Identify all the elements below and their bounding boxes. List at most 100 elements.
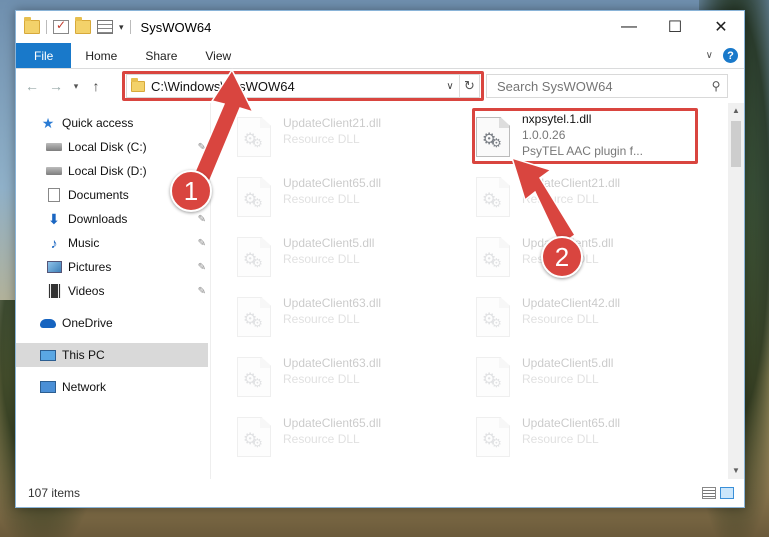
sidebar-item-local-disk-c[interactable]: Local Disk (C:) ✎ [16, 135, 210, 159]
ribbon-right-controls: ∨ ? [706, 48, 738, 63]
window-title: SysWOW64 [140, 19, 212, 35]
dll-file-icon: ⚙ ⚙ [476, 177, 510, 217]
local-disk-icon [46, 164, 62, 178]
pictures-icon [46, 260, 62, 274]
status-bar: 107 items [16, 479, 744, 507]
file-type: Resource DLL [522, 432, 599, 446]
pin-icon[interactable]: ✎ [198, 142, 206, 153]
pin-icon[interactable]: ✎ [198, 262, 206, 273]
navigation-pane: ★ Quick access Local Disk (C:) ✎ Local D… [16, 103, 221, 479]
list-item[interactable]: ⚙ ⚙ UpdateClient63.dll Resource DLL [237, 351, 467, 403]
onedrive-cloud-icon [40, 316, 56, 330]
file-name: nxpsytel.1.dll [522, 112, 592, 126]
quick-access-toolbar: ▾ [16, 17, 131, 34]
search-icon[interactable]: ⚲ [705, 79, 727, 93]
title-bar: ▾ SysWOW64 — ☐ ✕ [16, 11, 744, 43]
sidebar-item-label: Local Disk (D:) [68, 164, 147, 178]
search-box[interactable]: ⚲ [486, 74, 728, 98]
list-item[interactable]: ⚙ ⚙ UpdateClient65.dll Resource DLL [476, 411, 706, 463]
file-name: UpdateClient63.dll [283, 356, 382, 370]
file-type: Resource DLL [522, 372, 599, 386]
file-name: UpdateClient5.dll [522, 356, 614, 370]
list-item[interactable]: ⚙⚙ UpdateClient5.dllResource DLL [476, 351, 706, 403]
properties-check-icon[interactable] [53, 18, 69, 34]
chevron-down-icon[interactable]: ▾ [119, 22, 124, 33]
list-item[interactable]: ⚙⚙ UpdateClient5.dll Resource DLL [237, 231, 467, 283]
close-button[interactable]: ✕ [698, 11, 744, 43]
file-type: Resource DLL [283, 432, 360, 446]
scrollbar-thumb[interactable] [731, 121, 741, 167]
list-item[interactable]: ⚙ ⚙ UpdateClient21.dll Resource DLL [476, 171, 706, 223]
list-item[interactable]: ⚙ ⚙ UpdateClient21.dll Resource DLL [237, 111, 467, 163]
help-icon[interactable]: ? [723, 48, 738, 63]
new-folder-icon[interactable] [75, 17, 91, 34]
this-pc-icon [40, 348, 56, 362]
file-type: Resource DLL [283, 192, 360, 206]
list-item[interactable]: ⚙⚙ UpdateClient5.dllResource DLL [476, 231, 706, 283]
dll-file-icon: ⚙ ⚙ [237, 177, 271, 217]
list-item[interactable]: ⚙ ⚙ UpdateClient42.dll Resource DLL [476, 291, 706, 343]
file-name: UpdateClient42.dll [522, 296, 621, 310]
sidebar-item-this-pc[interactable]: This PC [16, 343, 221, 367]
refresh-icon[interactable]: ↻ [459, 75, 479, 97]
step-2-badge: 2 [541, 236, 583, 278]
folder-icon[interactable] [24, 17, 40, 34]
local-disk-icon [46, 140, 62, 154]
item-count: 107 items [28, 486, 81, 500]
sidebar-item-label: Music [68, 236, 100, 250]
list-item-nxpsytel[interactable]: ⚙ ⚙ nxpsytel.1.dll 1.0.0.26 PsyTEL AAC pl… [476, 111, 706, 163]
list-item[interactable]: ⚙ ⚙ UpdateClient65.dll Resource DLL [237, 171, 467, 223]
address-path[interactable]: C:\Windows\SysWOW64 [151, 79, 441, 94]
sidebar-item-music[interactable]: ♪ Music ✎ [16, 231, 210, 255]
file-name: UpdateClient5.dll [283, 236, 375, 250]
videos-icon [46, 284, 62, 298]
expand-ribbon-chevron-icon[interactable]: ∨ [706, 50, 713, 61]
tab-home[interactable]: Home [71, 43, 131, 68]
list-item[interactable]: ⚙ ⚙ UpdateClient65.dll Resource DLL [237, 411, 467, 463]
forward-arrow-icon[interactable]: → [46, 78, 66, 94]
list-item[interactable]: ⚙ ⚙ UpdateClient63.dll Resource DLL [237, 291, 467, 343]
up-arrow-icon[interactable]: ↑ [86, 78, 106, 94]
file-description: PsyTEL AAC plugin f... [522, 144, 643, 158]
address-bar[interactable]: C:\Windows\SysWOW64 ∨ ↻ [126, 74, 480, 98]
tab-file[interactable]: File [16, 43, 72, 68]
sidebar-item-pictures[interactable]: Pictures ✎ [16, 255, 210, 279]
window-controls: — ☐ ✕ [606, 11, 744, 43]
dll-file-icon: ⚙ ⚙ [476, 117, 510, 157]
dll-file-icon: ⚙ ⚙ [476, 297, 510, 337]
tiles-view-icon[interactable] [720, 487, 734, 499]
sidebar-item-quick-access[interactable]: ★ Quick access [16, 111, 210, 135]
downloads-icon: ⬇ [48, 210, 60, 227]
sidebar-item-label: Network [62, 380, 107, 394]
sidebar-item-onedrive[interactable]: OneDrive [16, 311, 210, 335]
sidebar-item-label: Downloads [68, 212, 128, 226]
sidebar-item-label: Videos [68, 284, 105, 298]
dll-file-icon: ⚙ ⚙ [237, 237, 271, 277]
sidebar-item-network[interactable]: Network [16, 375, 210, 399]
file-list: ⚙ ⚙ UpdateClient21.dll Resource DLL ⚙ ⚙ Upd… [211, 103, 744, 479]
pin-icon[interactable]: ✎ [198, 286, 206, 297]
tab-share[interactable]: Share [131, 43, 191, 68]
tab-view[interactable]: View [191, 43, 245, 68]
scroll-down-arrow-icon[interactable]: ▼ [728, 463, 744, 479]
dll-file-icon: ⚙ ⚙ [237, 297, 271, 337]
details-view-icon[interactable] [702, 487, 716, 499]
address-dropdown-chevron-icon[interactable]: ∨ [441, 81, 459, 92]
search-input[interactable] [497, 78, 697, 94]
sidebar-item-downloads[interactable]: ⬇ Downloads ✎ [16, 207, 210, 231]
ribbon-tabs: File Home Share View ∨ ? [16, 43, 744, 69]
vertical-scrollbar[interactable]: ▲ ▼ [728, 103, 744, 479]
maximize-button[interactable]: ☐ [652, 11, 698, 43]
scroll-up-arrow-icon[interactable]: ▲ [728, 103, 744, 119]
customize-list-icon[interactable] [97, 20, 113, 34]
recent-locations-chevron-icon[interactable]: ▾ [70, 81, 82, 92]
sidebar-item-videos[interactable]: Videos ✎ [16, 279, 210, 303]
pin-icon[interactable]: ✎ [198, 238, 206, 249]
file-type: Resource DLL [283, 132, 360, 146]
navigation-bar: ← → ▾ ↑ C:\Windows\SysWOW64 ∨ ↻ ⚲ [16, 69, 744, 103]
minimize-button[interactable]: — [606, 11, 652, 43]
file-type: Resource DLL [283, 252, 360, 266]
file-name: UpdateClient21.dll [283, 116, 382, 130]
pin-icon[interactable]: ✎ [198, 214, 206, 225]
back-arrow-icon[interactable]: ← [22, 78, 42, 94]
